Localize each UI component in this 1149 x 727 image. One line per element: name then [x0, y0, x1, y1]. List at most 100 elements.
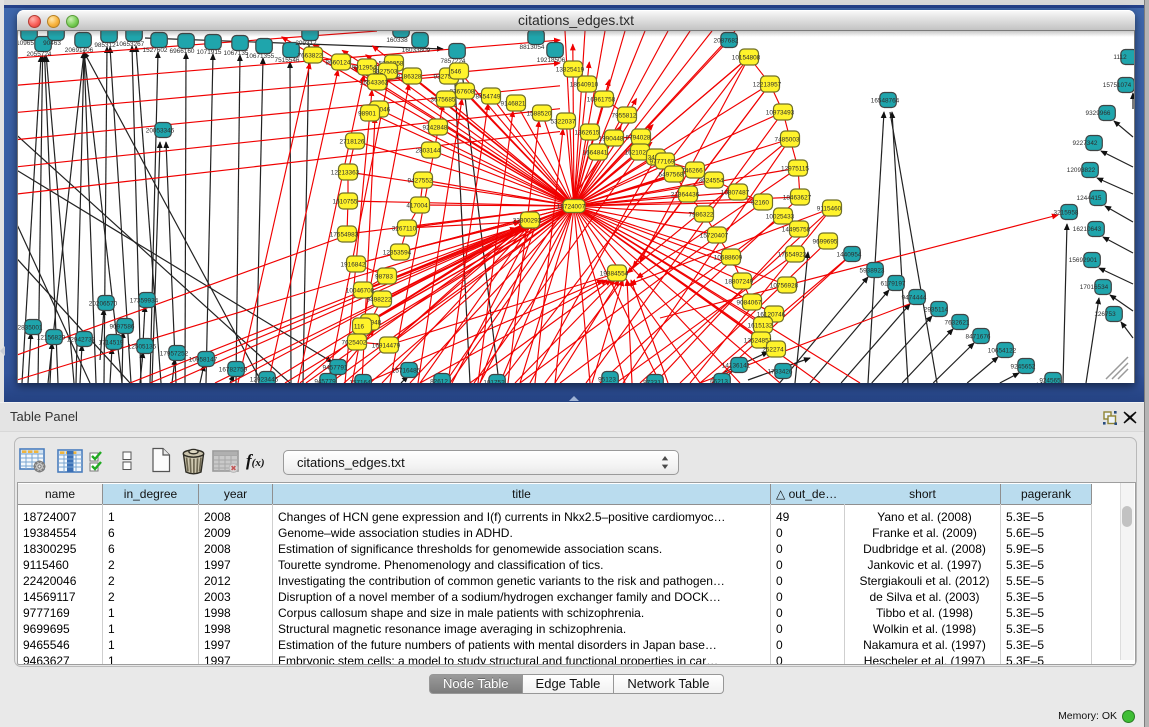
svg-text:10046708: 10046708 [346, 287, 375, 294]
svg-text:2087682: 2087682 [714, 37, 739, 44]
svg-text:2803144: 2803144 [416, 147, 441, 154]
svg-text:5322037: 5322037 [551, 118, 576, 125]
svg-text:2935114: 2935114 [924, 306, 949, 313]
svg-text:20691406: 20691406 [65, 47, 94, 54]
svg-text:12093822: 12093822 [1067, 167, 1096, 174]
svg-text:1244415: 1244415 [1077, 195, 1102, 202]
svg-text:12975115: 12975115 [781, 165, 809, 172]
svg-text:8186328: 8186328 [397, 73, 422, 80]
svg-text:116: 116 [354, 323, 365, 330]
svg-text:1664841: 1664841 [583, 149, 608, 156]
svg-text:1112: 1112 [1113, 54, 1127, 61]
svg-text:9245652: 9245652 [1011, 363, 1036, 370]
svg-text:2055724: 2055724 [27, 51, 52, 58]
svg-text:3267110: 3267110 [392, 225, 417, 232]
svg-text:1916842: 1916842 [341, 261, 366, 268]
svg-text:7955812: 7955812 [612, 112, 637, 119]
svg-text:9427552: 9427552 [408, 177, 433, 184]
svg-text:1527602: 1527602 [143, 47, 168, 54]
svg-text:82612: 82612 [430, 378, 448, 383]
svg-text:12213957: 12213957 [753, 81, 782, 88]
svg-text:985312: 985312 [94, 42, 116, 49]
svg-text:6179197: 6179197 [881, 280, 906, 287]
svg-text:18724007: 18724007 [557, 203, 586, 210]
svg-text:10973493: 10973493 [766, 109, 795, 116]
svg-text:7625402: 7625402 [342, 339, 367, 346]
svg-text:15751074: 15751074 [1103, 82, 1132, 89]
svg-text:9146821: 9146821 [501, 100, 526, 107]
svg-text:945779: 945779 [314, 378, 336, 383]
svg-text:15692901: 15692901 [1069, 257, 1098, 264]
svg-text:2835001: 2835001 [18, 324, 43, 331]
svg-text:3624554: 3624554 [699, 177, 724, 184]
svg-text:9699695: 9699695 [813, 238, 838, 245]
svg-text:16782759: 16782759 [219, 366, 248, 373]
svg-text:13325419: 13325419 [556, 66, 585, 73]
svg-text:1362615: 1362615 [575, 129, 600, 136]
svg-text:17957252: 17957252 [160, 350, 189, 357]
svg-text:10671355: 10671355 [246, 53, 275, 60]
svg-text:1588520: 1588520 [527, 110, 552, 117]
svg-text:10958147: 10958147 [189, 356, 218, 363]
svg-text:21364436: 21364436 [671, 191, 700, 198]
svg-text:9498222: 9498222 [367, 296, 392, 303]
svg-text:98901: 98901 [358, 110, 376, 117]
svg-text:17359934: 17359934 [130, 297, 159, 304]
svg-text:2718126: 2718126 [340, 138, 365, 145]
svg-text:10653267: 10653267 [116, 41, 145, 48]
svg-text:1610755: 1610755 [333, 198, 358, 205]
svg-text:18463627: 18463627 [783, 194, 812, 201]
svg-text:126753: 126753 [1094, 311, 1116, 318]
svg-text:7632621: 7632621 [945, 319, 970, 326]
svg-text:17016534: 17016534 [1080, 284, 1109, 291]
svg-text:66213: 66213 [710, 378, 728, 383]
svg-text:18807249: 18807249 [725, 278, 754, 285]
svg-text:12353594: 12353594 [383, 249, 412, 256]
svg-text:9474444: 9474444 [902, 294, 927, 301]
svg-text:95123: 95123 [598, 376, 616, 383]
svg-text:7485003: 7485003 [775, 136, 800, 143]
svg-text:160338: 160338 [386, 37, 408, 44]
svg-text:9329966: 9329966 [1086, 110, 1111, 117]
svg-text:17654923: 17654923 [778, 251, 807, 258]
svg-text:1733426: 1733426 [768, 368, 793, 375]
svg-text:252274: 252274 [762, 346, 784, 353]
svg-text:15720407: 15720407 [700, 232, 729, 239]
svg-text:7515546: 7515546 [275, 57, 300, 64]
svg-text:7663822: 7663822 [298, 52, 323, 59]
svg-text:1615132: 1615132 [748, 322, 773, 329]
svg-text:209317: 209317 [295, 40, 317, 47]
svg-text:9227342: 9227342 [1073, 140, 1098, 147]
svg-text:417004: 417004 [406, 202, 428, 209]
svg-text:19384554: 19384554 [600, 270, 629, 277]
svg-text:9097586: 9097586 [110, 323, 135, 330]
svg-text:8471676: 8471676 [966, 333, 991, 340]
svg-text:19218506: 19218506 [537, 57, 566, 64]
svg-text:10654122: 10654122 [988, 347, 1017, 354]
svg-text:9242848: 9242848 [423, 124, 448, 131]
svg-text:16961758: 16961758 [587, 96, 616, 103]
svg-text:16914479: 16914479 [372, 342, 401, 349]
svg-text:20206570: 20206570 [89, 300, 118, 307]
svg-text:14495758: 14495758 [782, 226, 811, 233]
svg-text:15716485: 15716485 [392, 367, 421, 374]
svg-text:9115460: 9115460 [817, 205, 842, 212]
svg-text:12156829: 12156829 [37, 334, 66, 341]
svg-text:10688609: 10688609 [714, 254, 743, 261]
svg-text:1440954: 1440954 [837, 251, 862, 258]
svg-text:1714519: 1714519 [99, 339, 124, 346]
svg-text:16210643: 16210643 [1073, 226, 1102, 233]
svg-text:1071915: 1071915 [197, 49, 222, 56]
svg-text:18640910: 18640910 [570, 81, 599, 88]
svg-text:10807487: 10807487 [721, 189, 750, 196]
svg-text:7986322: 7986322 [689, 211, 714, 218]
svg-text:546: 546 [451, 68, 462, 75]
svg-text:10965: 10965 [18, 40, 34, 47]
svg-text:16548764: 16548764 [871, 97, 900, 104]
svg-text:90463: 90463 [43, 40, 61, 47]
svg-text:6497568: 6497568 [659, 171, 684, 178]
svg-text:87231: 87231 [643, 379, 661, 383]
svg-text:20053346: 20053346 [146, 127, 175, 134]
svg-text:10154808: 10154808 [732, 54, 761, 61]
svg-text:101752: 101752 [483, 379, 505, 383]
